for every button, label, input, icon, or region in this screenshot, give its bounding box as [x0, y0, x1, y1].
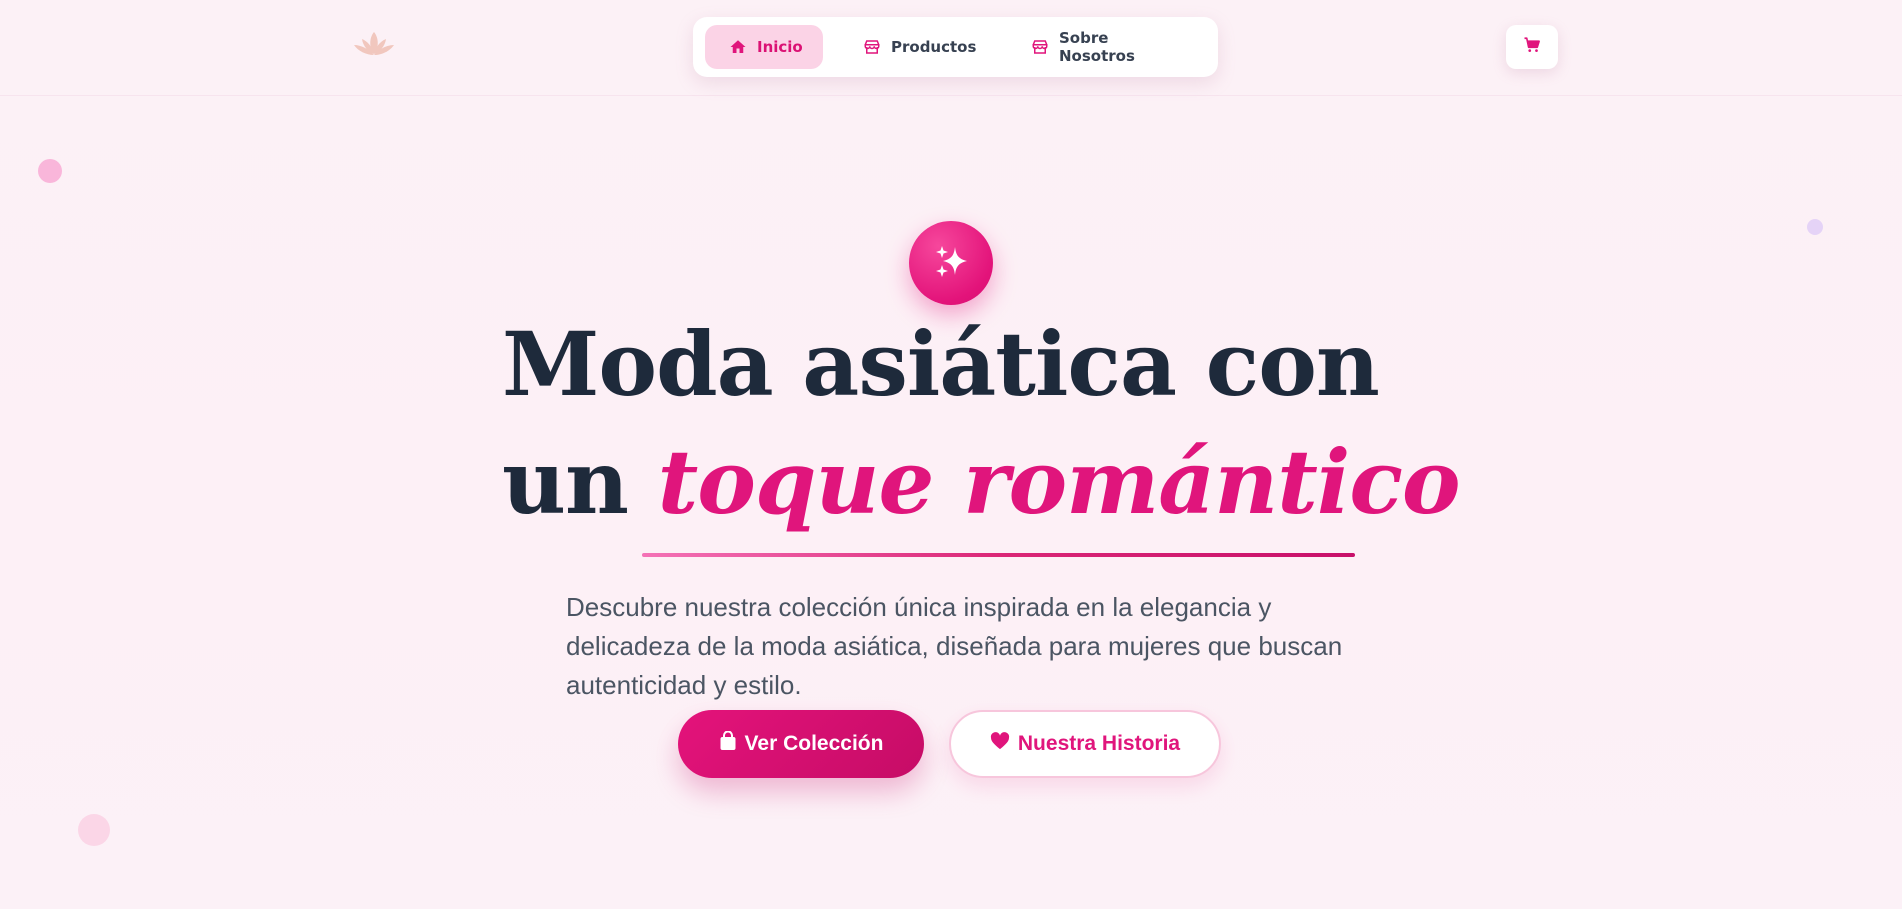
home-icon [729, 38, 747, 56]
main-nav: Inicio Productos Sobre Nosotros [693, 17, 1218, 77]
ver-coleccion-button[interactable]: Ver Colección [678, 710, 924, 778]
lotus-icon[interactable] [352, 28, 396, 60]
nav-item-label: Sobre Nosotros [1059, 29, 1135, 65]
nuestra-historia-button[interactable]: Nuestra Historia [949, 710, 1221, 778]
shopping-bag-icon [719, 730, 737, 757]
hero-title-line2: un [502, 430, 658, 534]
nav-item-productos[interactable]: Productos [839, 25, 991, 69]
decorative-dot [1807, 219, 1823, 235]
nav-item-inicio[interactable]: Inicio [705, 25, 823, 69]
decorative-dot [78, 814, 110, 846]
title-underline [642, 553, 1355, 557]
store-icon [1031, 38, 1049, 56]
nav-item-label: Inicio [757, 38, 803, 56]
button-label: Ver Colección [744, 732, 884, 755]
sparkles-icon [931, 241, 971, 285]
nav-item-sobre-nosotros[interactable]: Sobre Nosotros [1007, 25, 1207, 69]
store-icon [863, 38, 881, 56]
cart-button[interactable] [1506, 25, 1558, 69]
nav-item-label: Productos [891, 38, 977, 56]
hero-title: Moda asiática con un toque romántico [502, 305, 1461, 541]
hero-badge [909, 221, 993, 305]
top-navigation-bar: Inicio Productos Sobre Nosotros [0, 0, 1902, 96]
cart-icon [1523, 36, 1541, 58]
hero-title-line1: Moda asiática con [502, 312, 1380, 416]
hero-description: Descubre nuestra colección única inspira… [566, 592, 1343, 700]
heart-icon [990, 732, 1010, 756]
decorative-dot [38, 159, 62, 183]
hero-title-accent: toque romántico [657, 430, 1461, 534]
button-label: Nuestra Historia [1017, 732, 1181, 755]
